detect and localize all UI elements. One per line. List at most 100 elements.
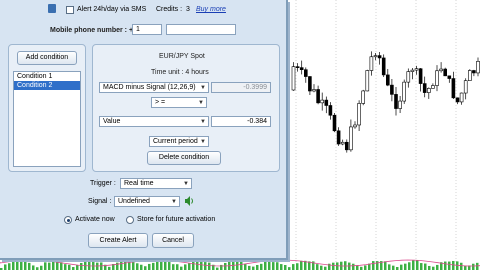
signal-select[interactable]: Undefined ▼ (114, 196, 180, 207)
chevron-down-icon: ▼ (183, 181, 189, 187)
histogram-bar (28, 262, 31, 270)
histogram-bar (168, 262, 171, 270)
cancel-button[interactable]: Cancel (152, 233, 194, 248)
condition-item-1[interactable]: Condition 1 (14, 72, 80, 81)
signal-label: Signal : (88, 198, 112, 205)
signal-value: Undefined (118, 198, 150, 205)
histogram-bar (44, 262, 47, 270)
histogram-bar (8, 263, 11, 270)
histogram-bar (52, 261, 55, 270)
candle (381, 57, 386, 76)
candle (349, 126, 353, 151)
candle (467, 70, 472, 81)
histogram-bar (4, 264, 7, 270)
candle (455, 97, 460, 103)
compare-value-field[interactable]: -0.384 (211, 116, 271, 127)
histogram-bar (56, 261, 59, 270)
histogram-bar (124, 260, 127, 270)
phone-country-field[interactable]: 1 (132, 24, 162, 35)
histogram-bar (280, 264, 283, 270)
chevron-down-icon: ▼ (200, 119, 206, 125)
histogram-bar (240, 261, 243, 270)
compare-select[interactable]: Value ▼ (99, 116, 209, 127)
sms-icon (48, 4, 56, 13)
activate-now-radio[interactable] (64, 216, 72, 224)
indicator-select[interactable]: MACD minus Signal (12,26,9) ▼ (99, 82, 209, 93)
candle (443, 68, 448, 77)
histogram-bar (60, 262, 63, 270)
histogram-bar (292, 264, 295, 270)
histogram-bar (460, 262, 463, 270)
candle (398, 100, 402, 109)
histogram-bar (244, 264, 247, 270)
histogram-bar (128, 260, 131, 270)
candle (328, 105, 333, 116)
candle (451, 78, 456, 99)
time-unit-label: Time unit : 4 hours (151, 69, 209, 76)
histogram-bar (372, 261, 375, 270)
conditions-list[interactable]: Condition 1 Condition 2 (13, 71, 81, 167)
create-alert-button[interactable]: Create Alert (88, 233, 148, 248)
histogram-bar (408, 262, 411, 270)
credits-label: Credits : (156, 6, 183, 13)
histogram-bar (156, 260, 159, 270)
speaker-icon[interactable] (184, 195, 194, 207)
indicator-value: MACD minus Signal (12,26,9) (103, 84, 196, 91)
histogram-bar (428, 265, 431, 270)
candle (422, 83, 427, 93)
histogram-bar (160, 260, 163, 270)
histogram-bar (364, 265, 367, 270)
candle (361, 90, 366, 104)
histogram-bar (272, 262, 275, 270)
histogram-bar (24, 261, 27, 270)
store-future-radio[interactable] (126, 216, 134, 224)
histogram-bar (424, 263, 427, 270)
histogram-bar (188, 263, 191, 270)
chevron-down-icon: ▼ (200, 139, 206, 145)
candle (353, 124, 357, 128)
candle (435, 70, 439, 86)
delete-condition-button[interactable]: Delete condition (147, 151, 221, 165)
candle (320, 99, 325, 104)
candle (385, 74, 390, 86)
candle (431, 85, 435, 89)
histogram-bar (48, 262, 51, 270)
sms-checkbox[interactable] (66, 6, 74, 14)
condition-details-panel: EUR/JPY Spot Time unit : 4 hours MACD mi… (92, 44, 280, 172)
histogram-bar (436, 264, 439, 270)
histogram-bar (136, 263, 139, 270)
candle (291, 66, 296, 91)
candle (447, 75, 452, 79)
candle (410, 69, 415, 72)
buy-more-link[interactable]: Buy more (196, 6, 226, 13)
trigger-select[interactable]: Real time ▼ (120, 178, 192, 189)
histogram-bar (208, 262, 211, 270)
trigger-value: Real time (124, 180, 154, 187)
condition-item-2[interactable]: Condition 2 (14, 81, 80, 90)
histogram-bar (184, 264, 187, 270)
histogram-bar (392, 265, 395, 270)
histogram-bar (20, 260, 23, 270)
period-select[interactable]: Current period ▼ (149, 136, 209, 147)
histogram-bar (260, 263, 263, 270)
candle (357, 103, 361, 126)
candle (414, 68, 419, 71)
histogram-bar (472, 263, 475, 270)
histogram-bar (332, 262, 335, 270)
add-condition-button[interactable]: Add condition (17, 51, 77, 65)
histogram-bar (420, 263, 423, 270)
store-future-label: Store for future activation (137, 216, 216, 223)
candle (312, 89, 316, 92)
candle (439, 68, 443, 72)
period-value: Current period (153, 138, 198, 145)
operator-value: > = (155, 99, 166, 106)
candle (303, 69, 308, 77)
chevron-down-icon: ▼ (171, 199, 177, 205)
candle (332, 114, 337, 132)
histogram-bar (64, 264, 67, 270)
histogram-bar (476, 262, 479, 270)
candle (406, 71, 411, 83)
indicator-value-field[interactable]: -0.3999 (211, 82, 271, 93)
phone-number-field[interactable] (166, 24, 236, 35)
operator-select[interactable]: > = ▼ (151, 97, 207, 108)
